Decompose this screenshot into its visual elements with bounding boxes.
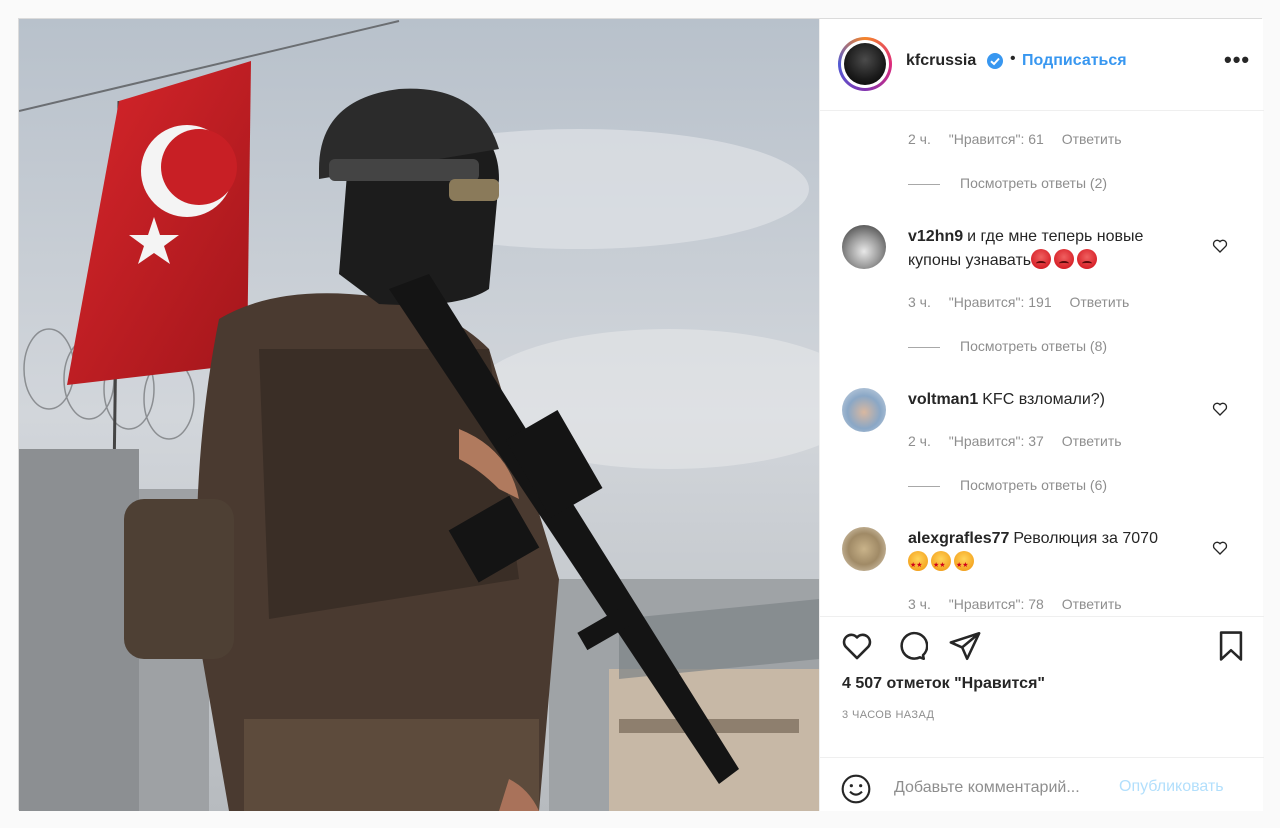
share-icon[interactable]: [948, 629, 982, 663]
page-frame: kfcrussia • Подписаться ••• 2 ч. "Нравит…: [0, 0, 1280, 828]
comment-username[interactable]: voltman1: [908, 391, 978, 408]
comment-body: KFC взломали?): [982, 391, 1105, 408]
comment-meta: 3 ч. "Нравится": 78 Ответить: [908, 596, 1136, 612]
likes-count[interactable]: 4 507 отметок "Нравится": [842, 675, 1045, 693]
verified-badge-icon: [987, 53, 1003, 69]
view-replies-label: Посмотреть ответы (2): [960, 175, 1108, 191]
star-struck-face-icon: [931, 551, 951, 578]
comment-like-heart-icon[interactable]: [1212, 238, 1228, 254]
view-replies-button[interactable]: Посмотреть ответы (2): [908, 175, 1107, 191]
comment-meta: 2 ч. "Нравится": 37 Ответить: [908, 433, 1136, 449]
view-replies-label: Посмотреть ответы (6): [960, 477, 1108, 493]
author-avatar[interactable]: [838, 37, 892, 91]
replies-divider: [908, 346, 940, 348]
comment-likes[interactable]: "Нравится": 37: [949, 433, 1044, 449]
comment-time: 2 ч.: [908, 433, 931, 449]
post-header: kfcrussia • Подписаться •••: [820, 19, 1264, 111]
comment-meta: 3 ч. "Нравится": 191 Ответить: [908, 294, 1143, 310]
comment-icon[interactable]: [894, 629, 928, 663]
star-struck-face-icon: [908, 551, 928, 578]
comment-text: alexgrafles77 Революция за 7070: [908, 527, 1168, 578]
comment-avatar[interactable]: [842, 388, 886, 432]
comment-time: 2 ч.: [908, 131, 931, 147]
post-time[interactable]: 3 ЧАСОВ НАЗАД: [842, 709, 934, 721]
reply-button[interactable]: Ответить: [1070, 294, 1130, 310]
angry-face-icon: [1054, 249, 1075, 269]
comment-input[interactable]: [894, 776, 1114, 800]
publish-button[interactable]: Опубликовать: [1119, 778, 1224, 796]
angry-face-icon: [1077, 249, 1098, 269]
angry-face-icon: [1031, 249, 1052, 269]
comment-likes[interactable]: "Нравится": 61: [949, 131, 1044, 147]
bookmark-icon[interactable]: [1214, 629, 1248, 663]
star-struck-face-icon: [954, 551, 974, 578]
author-username[interactable]: kfcrussia: [906, 52, 976, 70]
replies-divider: [908, 183, 940, 185]
comments-list: 2 ч. "Нравится": 61 Ответить Посмотреть …: [820, 111, 1264, 616]
view-replies-button[interactable]: Посмотреть ответы (6): [908, 477, 1107, 493]
instagram-post: kfcrussia • Подписаться ••• 2 ч. "Нравит…: [18, 18, 1264, 811]
comment-avatar[interactable]: [842, 225, 886, 269]
comment-username[interactable]: v12hn9: [908, 228, 963, 245]
view-replies-label: Посмотреть ответы (8): [960, 338, 1108, 354]
view-replies-button[interactable]: Посмотреть ответы (8): [908, 338, 1107, 354]
comment-text: voltman1 KFC взломали?): [908, 388, 1188, 412]
reply-button[interactable]: Ответить: [1062, 596, 1122, 612]
more-options-button[interactable]: •••: [1224, 47, 1250, 73]
comment-like-heart-icon[interactable]: [1212, 540, 1228, 556]
reply-button[interactable]: Ответить: [1062, 433, 1122, 449]
comment-like-heart-icon[interactable]: [1212, 401, 1228, 417]
add-comment-bar: Опубликовать: [820, 757, 1264, 812]
replies-divider: [908, 485, 940, 487]
comment-meta: 2 ч. "Нравится": 61 Ответить: [908, 131, 1136, 147]
comment-time: 3 ч.: [908, 596, 931, 612]
post-photo-soldier-flag-icon: [19, 19, 819, 811]
heart-icon[interactable]: [840, 629, 874, 663]
comment-time: 3 ч.: [908, 294, 931, 310]
comment-avatar[interactable]: [842, 527, 886, 571]
post-side-panel: kfcrussia • Подписаться ••• 2 ч. "Нравит…: [819, 19, 1264, 811]
comment-likes[interactable]: "Нравится": 191: [949, 294, 1052, 310]
header-separator: •: [1010, 50, 1016, 67]
reply-button[interactable]: Ответить: [1062, 131, 1122, 147]
comment-likes[interactable]: "Нравится": 78: [949, 596, 1044, 612]
comment-body: Революция за 7070: [1013, 530, 1158, 547]
post-photo[interactable]: [19, 19, 819, 811]
emoji-picker-icon[interactable]: [840, 773, 872, 805]
comment-username[interactable]: alexgrafles77: [908, 530, 1009, 547]
follow-button[interactable]: Подписаться: [1022, 52, 1127, 70]
comment-text: v12hn9 и где мне теперь новые купоны узна…: [908, 225, 1188, 273]
post-actions: 4 507 отметок "Нравится" 3 ЧАСОВ НАЗАД О…: [820, 616, 1264, 811]
